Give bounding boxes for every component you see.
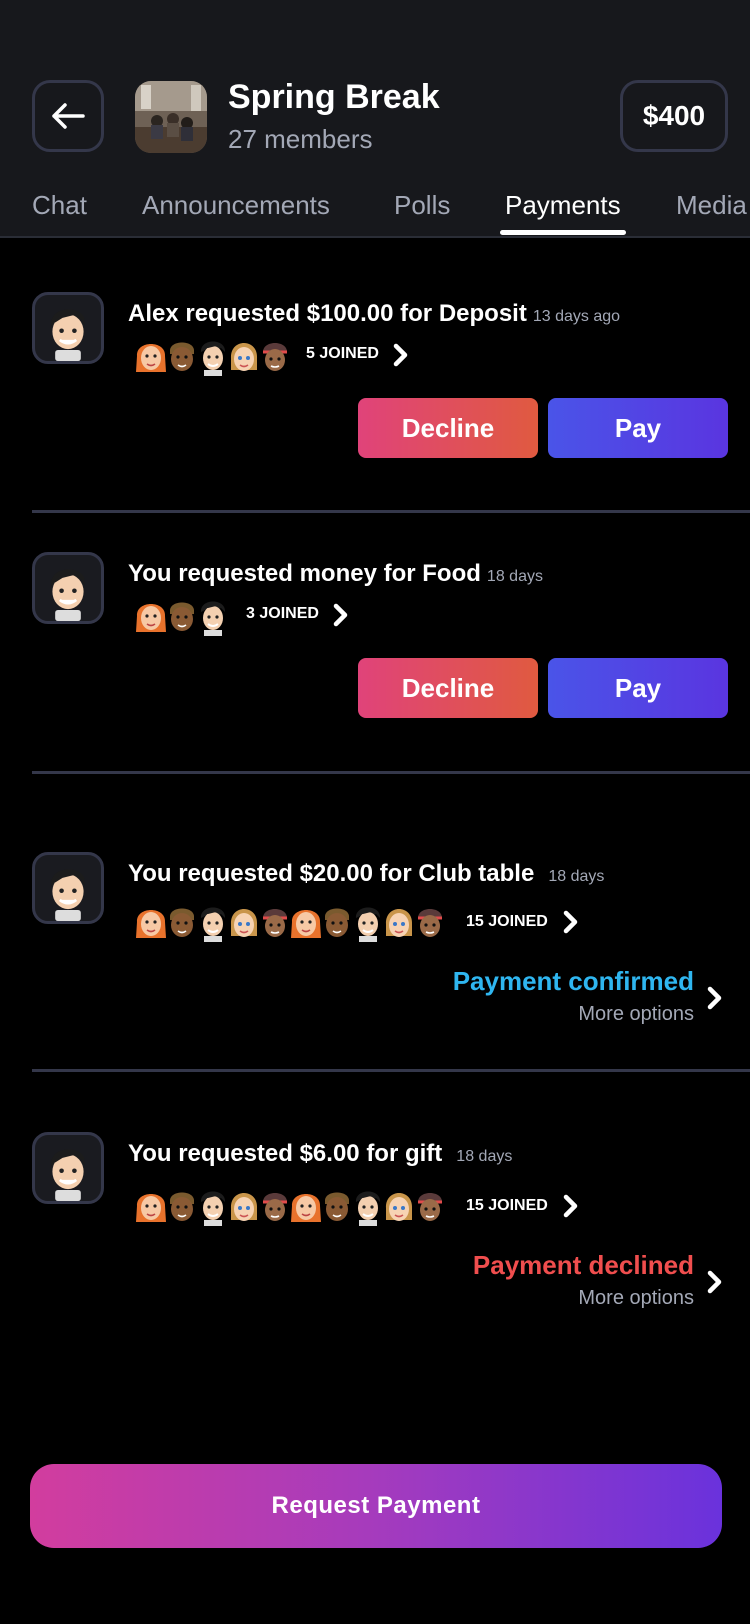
payment-status: Payment declined [472,1250,694,1280]
tab-polls[interactable]: Polls [394,190,450,221]
tab-announcements[interactable]: Announcements [142,190,330,221]
avatar-face [134,900,168,942]
avatar-face [227,334,261,376]
request-text: You requested $20.00 for Club table [128,860,535,887]
avatar-face [413,1184,447,1226]
request-time: 18 days [548,868,605,885]
avatar-face [351,900,385,942]
avatar-face [351,1184,385,1226]
request-payment-button[interactable]: Request Payment [30,1464,722,1548]
pay-button[interactable]: Pay [548,398,728,458]
avatar-face [227,900,261,942]
avatar-face [227,1184,261,1226]
request-text: You requested $6.00 for gift [128,1140,443,1167]
divider [32,771,750,774]
arrow-left-icon [52,103,85,129]
request-text: You requested money for Food [128,560,481,587]
decline-button[interactable]: Decline [358,398,538,458]
joined-count[interactable]: 15 JOINED [466,913,548,931]
chevron-right-icon[interactable] [560,909,580,935]
tab-media[interactable]: Media [676,190,747,221]
joined-count[interactable]: 5 JOINED [306,345,379,363]
avatar-face [165,334,199,376]
more-options-link[interactable]: More options [578,1287,694,1310]
avatar-face [382,900,416,942]
avatar-face [196,900,230,942]
pay-button[interactable]: Pay [548,658,728,718]
payment-status: Payment confirmed [452,966,694,996]
avatar-face [134,594,168,636]
request-title: You requested money for Food 18 days [128,560,543,588]
avatar[interactable] [32,292,104,364]
avatar-face [258,334,292,376]
request-text: Alex requested $100.00 for Deposit [128,300,527,327]
joined-avatars[interactable] [134,1184,444,1226]
chevron-right-icon[interactable] [704,985,724,1011]
joined-avatars[interactable] [134,594,227,636]
avatar-face [289,1184,323,1226]
avatar-face [289,900,323,942]
avatar-face [382,1184,416,1226]
back-button[interactable] [32,80,104,152]
chevron-right-icon[interactable] [704,1269,724,1295]
more-options-link[interactable]: More options [578,1003,694,1026]
chevron-right-icon[interactable] [330,602,350,628]
tab-bar: Chat Announcements Polls Payments Media [0,186,750,238]
request-title: You requested $6.00 for gift 18 days [128,1140,512,1168]
avatar-face [165,594,199,636]
group-photo[interactable] [135,81,207,153]
avatar-face [165,900,199,942]
group-title: Spring Break [228,78,440,116]
request-time: 18 days [456,1148,513,1165]
avatar-face [134,1184,168,1226]
avatar-face [196,594,230,636]
member-count: 27 members [228,124,373,154]
avatar-face [134,334,168,376]
avatar-face [258,1184,292,1226]
avatar-face [258,900,292,942]
request-time: 18 days [486,568,543,585]
avatar-face [320,1184,354,1226]
request-title: You requested $20.00 for Club table 18 da… [128,860,604,888]
avatar-face [196,1184,230,1226]
divider [32,1069,750,1072]
avatar-face [165,1184,199,1226]
active-tab-indicator [500,230,626,235]
joined-count[interactable]: 3 JOINED [246,605,319,623]
balance-badge[interactable]: $400 [620,80,728,152]
avatar-face [320,900,354,942]
avatar-face [196,334,230,376]
joined-avatars[interactable] [134,900,444,942]
joined-count[interactable]: 15 JOINED [466,1197,548,1215]
avatar[interactable] [32,1132,104,1204]
chevron-right-icon[interactable] [560,1193,580,1219]
request-title: Alex requested $100.00 for Deposit 13 day… [128,300,620,328]
chevron-right-icon[interactable] [390,342,410,368]
avatar[interactable] [32,552,104,624]
avatar[interactable] [32,852,104,924]
avatar-face [413,900,447,942]
tab-payments[interactable]: Payments [505,190,621,221]
tab-chat[interactable]: Chat [32,190,87,221]
app-header: Spring Break 27 members $400 Chat Announ… [0,0,750,238]
decline-button[interactable]: Decline [358,658,538,718]
divider [32,510,750,513]
request-time: 13 days ago [532,308,621,325]
joined-avatars[interactable] [134,334,289,376]
